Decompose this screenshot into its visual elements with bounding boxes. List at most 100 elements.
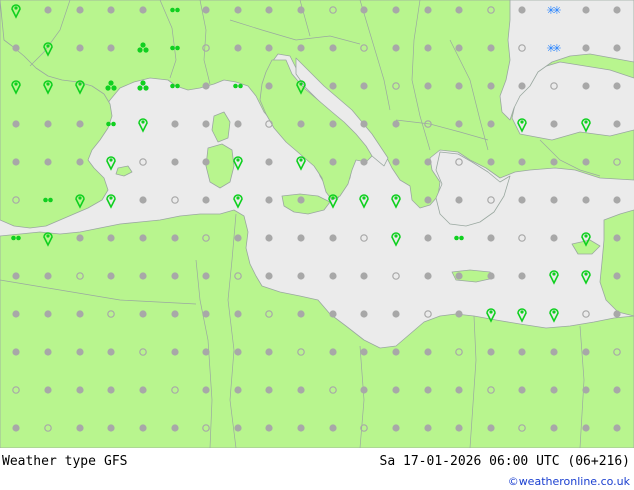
cloud-dot-icon xyxy=(455,82,463,90)
cloud-dot-icon xyxy=(107,424,115,432)
cloud-dot-icon xyxy=(265,196,273,204)
rain-drop-icon xyxy=(394,234,398,238)
cloud-dot-icon xyxy=(424,348,432,356)
cloud-dot-icon xyxy=(518,272,526,280)
cloud-dot-icon xyxy=(518,196,526,204)
cloud-dot-icon xyxy=(487,424,495,432)
cloud-dot-icon xyxy=(44,272,52,280)
cloud-dot-icon xyxy=(202,272,210,280)
cloud-dot-icon xyxy=(202,386,210,394)
cloud-dot-icon xyxy=(424,44,432,52)
rain-drop-icon xyxy=(14,6,18,10)
cloud-dot-icon xyxy=(392,44,400,52)
rain-drop-icon xyxy=(14,82,18,86)
cloud-dot-icon xyxy=(360,158,368,166)
site-credit-link[interactable]: ©weatheronline.co.uk xyxy=(508,474,630,490)
cloud-dot-icon xyxy=(487,44,495,52)
cloud-dot-icon xyxy=(202,6,210,14)
cloud-dot-icon xyxy=(550,196,558,204)
cloud-dot-icon xyxy=(392,424,400,432)
valid-datetime: Sa 17-01-2026 06:00 UTC (06+216) xyxy=(379,454,630,469)
rain-drop-icon xyxy=(584,272,588,276)
cloud-dot-icon xyxy=(265,424,273,432)
cloud-dot-icon xyxy=(518,386,526,394)
cloud-dot-icon xyxy=(297,424,305,432)
cloud-dot-icon xyxy=(455,272,463,280)
cloud-dot-icon xyxy=(297,272,305,280)
cloud-dot-icon xyxy=(487,158,495,166)
cloud-dot-icon xyxy=(613,386,621,394)
cloud-dot-icon xyxy=(297,120,305,128)
drizzle-icon xyxy=(48,197,53,203)
cloud-dot-icon xyxy=(392,310,400,318)
cloud-dot-icon xyxy=(582,196,590,204)
cloud-dot-icon xyxy=(613,310,621,318)
drizzle-icon xyxy=(454,235,459,241)
rain-drop-icon xyxy=(489,310,493,314)
heavy-rain-icon xyxy=(137,85,143,91)
heavy-rain-icon xyxy=(140,42,146,48)
cloud-dot-icon xyxy=(265,272,273,280)
cloud-dot-icon xyxy=(424,234,432,242)
cloud-dot-icon xyxy=(76,348,84,356)
drizzle-icon xyxy=(170,45,175,51)
drizzle-icon xyxy=(111,121,116,127)
cloud-dot-icon xyxy=(329,158,337,166)
cloud-dot-icon xyxy=(392,120,400,128)
cloud-dot-icon xyxy=(297,6,305,14)
cloud-dot-icon xyxy=(518,6,526,14)
rain-drop-icon xyxy=(552,272,556,276)
cloud-dot-icon xyxy=(424,6,432,14)
drizzle-icon xyxy=(170,7,175,13)
drizzle-icon xyxy=(43,197,48,203)
cloud-dot-icon xyxy=(76,158,84,166)
drizzle-icon xyxy=(175,83,180,89)
cloud-dot-icon xyxy=(202,348,210,356)
cloud-dot-icon xyxy=(455,44,463,52)
cloud-dot-icon xyxy=(329,234,337,242)
cloud-dot-icon xyxy=(265,234,273,242)
cloud-dot-icon xyxy=(139,6,147,14)
cloud-dot-icon xyxy=(582,44,590,52)
cloud-dot-icon xyxy=(360,82,368,90)
cloud-dot-icon xyxy=(392,386,400,394)
cloud-dot-icon xyxy=(234,348,242,356)
cloud-dot-icon xyxy=(139,196,147,204)
drizzle-icon xyxy=(106,121,111,127)
cloud-dot-icon xyxy=(171,234,179,242)
cloud-dot-icon xyxy=(329,82,337,90)
cloud-dot-icon xyxy=(202,120,210,128)
map-canvas: ✳✳✳✳ xyxy=(0,0,634,448)
cloud-dot-icon xyxy=(12,120,20,128)
cloud-dot-icon xyxy=(582,424,590,432)
cloud-dot-icon xyxy=(297,196,305,204)
heavy-rain-icon xyxy=(143,47,149,53)
cloud-dot-icon xyxy=(44,158,52,166)
cloud-dot-icon xyxy=(171,348,179,356)
rain-drop-icon xyxy=(109,158,113,162)
cloud-dot-icon xyxy=(76,386,84,394)
rain-drop-icon xyxy=(331,196,335,200)
drizzle-icon xyxy=(175,45,180,51)
cloud-dot-icon xyxy=(550,158,558,166)
cloud-dot-icon xyxy=(613,6,621,14)
cloud-dot-icon xyxy=(202,196,210,204)
cloud-dot-icon xyxy=(329,424,337,432)
cloud-dot-icon xyxy=(487,82,495,90)
cloud-dot-icon xyxy=(234,386,242,394)
cloud-dot-icon xyxy=(329,120,337,128)
cloud-dot-icon xyxy=(360,272,368,280)
cloud-dot-icon xyxy=(139,310,147,318)
cloud-dot-icon xyxy=(202,82,210,90)
heavy-rain-icon xyxy=(111,85,117,91)
cloud-dot-icon xyxy=(171,120,179,128)
cloud-dot-icon xyxy=(171,158,179,166)
cloud-dot-icon xyxy=(360,120,368,128)
cloud-dot-icon xyxy=(455,196,463,204)
cloud-dot-icon xyxy=(265,82,273,90)
cloud-dot-icon xyxy=(455,310,463,318)
rain-drop-icon xyxy=(520,120,524,124)
rain-drop-icon xyxy=(46,234,50,238)
cloud-dot-icon xyxy=(297,310,305,318)
cloud-dot-icon xyxy=(518,158,526,166)
